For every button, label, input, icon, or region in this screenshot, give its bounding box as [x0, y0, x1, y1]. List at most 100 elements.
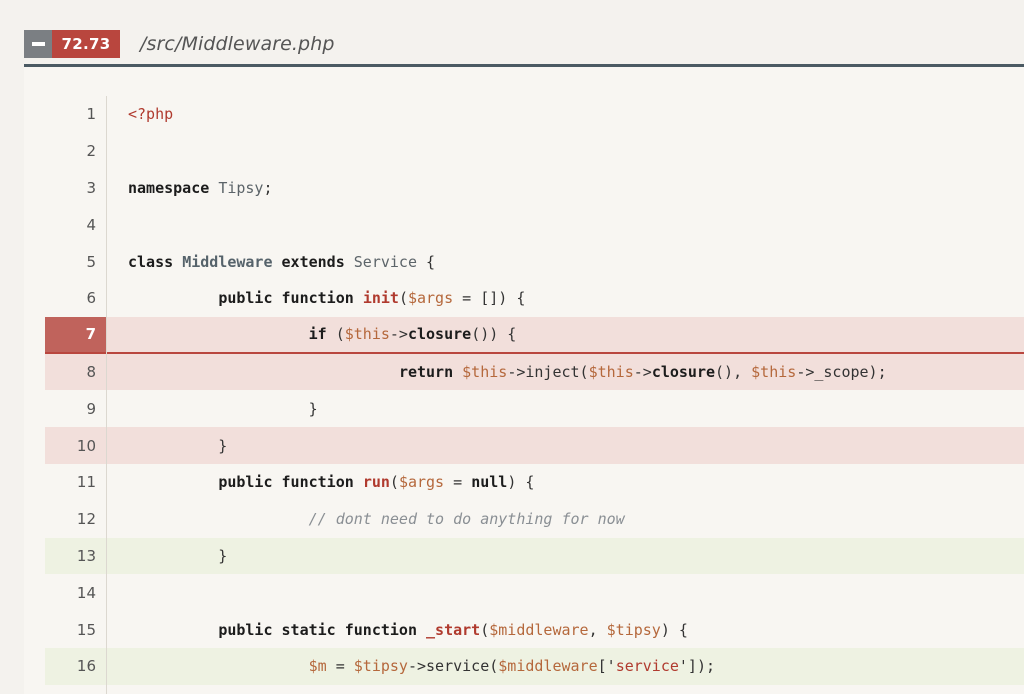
line-number[interactable]: 12	[45, 501, 106, 538]
code-token: =	[326, 657, 354, 676]
code-token: ,	[588, 620, 607, 639]
code-token: ->	[633, 362, 652, 381]
code-token: }	[128, 436, 228, 455]
minus-icon	[31, 42, 45, 46]
gutter-divider	[106, 96, 107, 694]
code-line: 8 return $this->inject($this->closure(),…	[45, 353, 1024, 391]
code-token: $tipsy	[353, 657, 408, 676]
code-token: public	[218, 289, 273, 308]
code-token: if	[308, 325, 327, 344]
code-token: ['	[597, 657, 616, 676]
code-token: class	[128, 252, 174, 271]
code-token: $this	[462, 362, 508, 381]
line-number[interactable]: 7	[45, 316, 106, 352]
file-header: 72.73 /src/Middleware.php	[24, 30, 335, 58]
code-token: }	[128, 399, 318, 418]
code-token: ']);	[678, 657, 716, 676]
code-line: 12 // dont need to do anything for now	[45, 501, 1024, 538]
line-number[interactable]: 13	[45, 538, 106, 575]
code-token: $tipsy	[606, 620, 661, 639]
line-number[interactable]: 16	[45, 648, 106, 685]
code-token: null	[471, 473, 508, 492]
code-token: ->service(	[407, 657, 499, 676]
code-token: // dont need to do anything for now	[308, 510, 625, 529]
line-number[interactable]: 10	[45, 427, 106, 464]
code-token: <?php	[128, 105, 174, 124]
code-text: }	[128, 437, 227, 455]
code-line: 2	[45, 133, 1024, 170]
code-token: ->	[389, 325, 408, 344]
code-token: ->inject(	[507, 362, 589, 381]
code-line: 13 }	[45, 537, 1024, 575]
code-token: closure	[407, 325, 472, 344]
code-token: init	[362, 289, 399, 308]
code-text: if ($this->closure()) {	[128, 325, 517, 344]
code-token: ) {	[660, 620, 688, 639]
line-number[interactable]: 8	[45, 354, 106, 391]
line-number[interactable]: 1	[45, 96, 106, 133]
code-token: ->_scope);	[796, 362, 887, 381]
code-line: 1 <?php	[45, 96, 1024, 133]
code-token: function	[281, 473, 354, 492]
code-text: }	[128, 400, 318, 418]
code-line: 6 public function init($args = []) {	[45, 280, 1024, 317]
code-token: {	[417, 252, 436, 271]
code-token: function	[281, 289, 354, 308]
code-token: (),	[715, 362, 752, 381]
line-number[interactable]: 5	[45, 243, 106, 280]
line-number[interactable]: 2	[45, 133, 106, 170]
code-text: public function run($args = null) {	[128, 473, 534, 491]
code-line: 15 public static function _start($middle…	[45, 611, 1024, 648]
line-number[interactable]: 11	[45, 464, 106, 501]
code-lines: 1 <?php 2 3 namespace Tipsy; 4 5 class Middlewa…	[45, 96, 1024, 685]
code-token: $this	[344, 325, 390, 344]
code-token: static	[281, 620, 336, 639]
file-path: /src/Middleware.php	[140, 33, 335, 55]
code-token: $args	[398, 473, 445, 492]
code-token: Middleware	[182, 252, 273, 271]
code-text: namespace Tipsy;	[128, 179, 273, 197]
code-token: (	[480, 620, 490, 639]
line-number[interactable]: 4	[45, 206, 106, 243]
code-token: $middleware	[498, 657, 598, 676]
code-token: _start	[426, 620, 481, 639]
code-line: 16 $m = $tipsy->service($middleware['ser…	[45, 647, 1024, 685]
code-text: <?php	[128, 105, 173, 123]
code-line: 11 public function run($args = null) {	[45, 464, 1024, 501]
code-token: $this	[751, 362, 797, 381]
line-number[interactable]: 9	[45, 390, 106, 427]
code-token: ()) {	[471, 325, 517, 344]
code-token: extends	[281, 252, 345, 271]
code-line: 14	[45, 574, 1024, 611]
line-number[interactable]: 3	[45, 170, 106, 207]
code-token: = []) {	[453, 289, 526, 308]
code-text: public static function _start($middlewar…	[128, 621, 688, 639]
code-line: 4	[45, 206, 1024, 243]
code-line: 7 if ($this->closure()) {	[45, 316, 1024, 354]
code-token: }	[128, 546, 228, 565]
code-text: $m = $tipsy->service($middleware['servic…	[128, 657, 715, 675]
code-text: // dont need to do anything for now	[128, 510, 625, 528]
collapse-button[interactable]	[24, 30, 52, 58]
line-number[interactable]: 6	[45, 280, 106, 317]
code-token: $args	[407, 289, 454, 308]
code-token: ) {	[507, 473, 535, 492]
line-number[interactable]: 15	[45, 611, 106, 648]
code-token: return	[398, 362, 454, 381]
code-text: public function init($args = []) {	[128, 289, 525, 307]
line-number[interactable]: 14	[45, 574, 106, 611]
code-token: closure	[651, 362, 716, 381]
